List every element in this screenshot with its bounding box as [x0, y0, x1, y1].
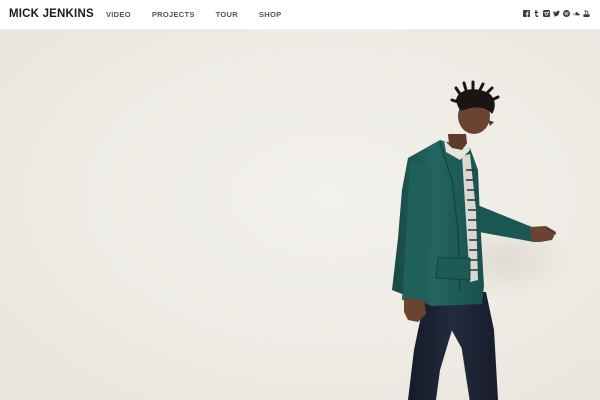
spotify-icon[interactable] — [563, 10, 570, 17]
social-links — [523, 10, 590, 17]
hero-photo — [392, 80, 575, 400]
tumblr-icon[interactable] — [533, 10, 540, 17]
nav-item-video[interactable]: VIDEO — [106, 10, 131, 19]
twitter-icon[interactable] — [553, 10, 560, 17]
nav-item-shop[interactable]: SHOP — [259, 10, 281, 19]
main-nav: VIDEO PROJECTS TOUR SHOP — [106, 10, 302, 19]
soundcloud-icon[interactable] — [573, 10, 580, 17]
youtube-icon[interactable] — [583, 10, 590, 17]
brand-logo[interactable]: MICK JENKINS — [9, 8, 94, 20]
facebook-icon[interactable] — [523, 10, 530, 17]
hero-banner — [0, 30, 600, 400]
page: MICK JENKINS VIDEO PROJECTS TOUR SHOP — [0, 0, 600, 400]
instagram-icon[interactable] — [543, 10, 550, 17]
nav-item-projects[interactable]: PROJECTS — [152, 10, 195, 19]
site-header: MICK JENKINS VIDEO PROJECTS TOUR SHOP — [0, 0, 600, 30]
head — [450, 80, 500, 134]
nav-item-tour[interactable]: TOUR — [216, 10, 238, 19]
